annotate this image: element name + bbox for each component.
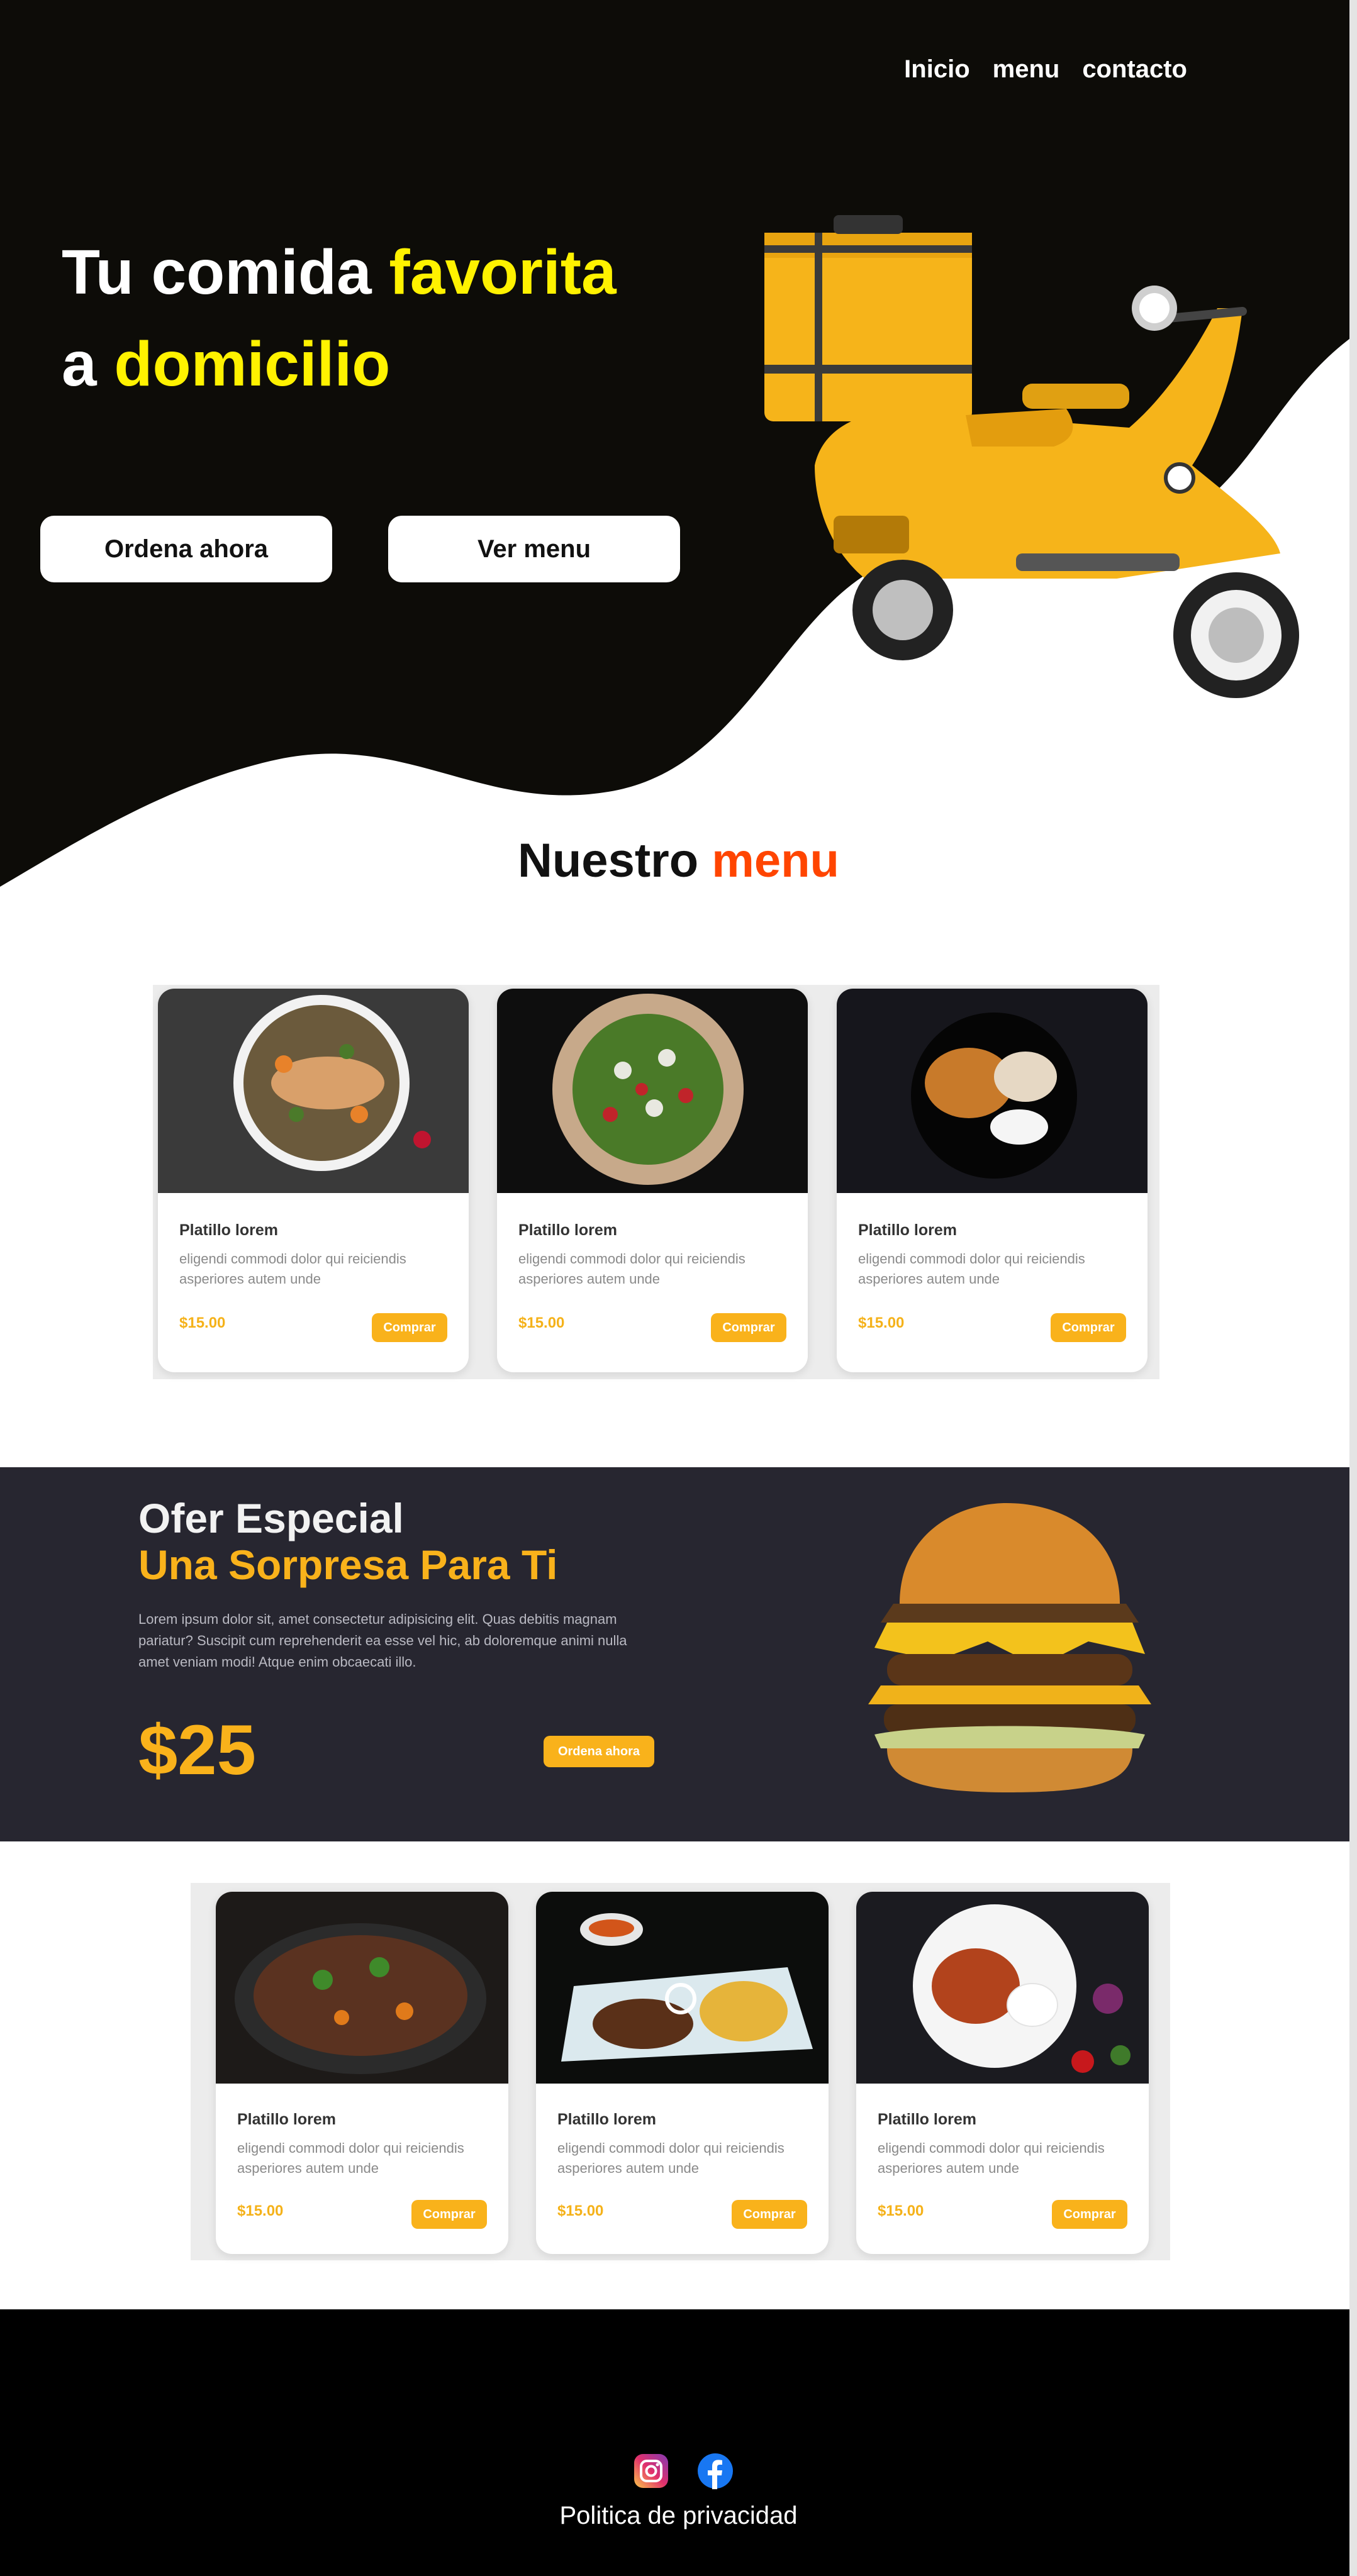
offer-subtitle: Una Sorpresa Para Ti bbox=[138, 1541, 558, 1588]
menu-heading-text: Nuestro bbox=[518, 834, 712, 887]
delivery-scooter-image bbox=[764, 215, 1299, 698]
offer-price: $25 bbox=[138, 1711, 256, 1789]
card-price: $15.00 bbox=[557, 2202, 604, 2219]
buy-button[interactable]: Comprar bbox=[1051, 1313, 1126, 1342]
card-title: Platillo lorem bbox=[518, 1221, 617, 1239]
hero-title-accent2: domicilio bbox=[114, 329, 391, 399]
nav-menu[interactable]: menu bbox=[993, 55, 1060, 84]
offer-order-button[interactable]: Ordena ahora bbox=[544, 1736, 654, 1767]
order-now-button[interactable]: Ordena ahora bbox=[40, 516, 332, 582]
card-price: $15.00 bbox=[237, 2202, 284, 2219]
top-nav: Inicio menu contacto bbox=[904, 55, 1187, 84]
card-description: eligendi commodi dolor qui reiciendis as… bbox=[237, 2140, 464, 2176]
card-price: $15.00 bbox=[179, 1314, 226, 1331]
menu-card: Platillo lorem eligendi commodi dolor qu… bbox=[536, 1892, 829, 2254]
card-description: eligendi commodi dolor qui reiciendis as… bbox=[858, 1251, 1085, 1287]
card-title: Platillo lorem bbox=[557, 2111, 656, 2128]
offer-title: Ofer Especial bbox=[138, 1495, 404, 1541]
card-title: Platillo lorem bbox=[858, 1221, 957, 1239]
card-description: eligendi commodi dolor qui reiciendis as… bbox=[179, 1251, 406, 1287]
card-title: Platillo lorem bbox=[878, 2111, 976, 2128]
hero-title-line1: Tu comida bbox=[62, 237, 389, 308]
buy-button[interactable]: Comprar bbox=[711, 1313, 786, 1342]
card-description: eligendi commodi dolor qui reiciendis as… bbox=[518, 1251, 746, 1287]
hero-title-line2: a bbox=[62, 329, 114, 399]
card-price: $15.00 bbox=[878, 2202, 924, 2219]
menu-card: Platillo lorem eligendi commodi dolor qu… bbox=[158, 989, 469, 1372]
nav-inicio[interactable]: Inicio bbox=[904, 55, 969, 84]
menu-cards-strip-2: Platillo lorem eligendi commodi dolor qu… bbox=[191, 1883, 1170, 2260]
dish-image-chicken-salad bbox=[158, 989, 469, 1193]
menu-card: Platillo lorem eligendi commodi dolor qu… bbox=[497, 989, 808, 1372]
buy-button[interactable]: Comprar bbox=[732, 2200, 807, 2229]
menu-heading-accent: menu bbox=[712, 834, 839, 887]
buy-button[interactable]: Comprar bbox=[372, 1313, 447, 1342]
nav-contacto[interactable]: contacto bbox=[1082, 55, 1187, 84]
dish-image-stir-fry-rice bbox=[856, 1892, 1149, 2084]
dish-image-steak-plate bbox=[536, 1892, 829, 2084]
card-description: eligendi commodi dolor qui reiciendis as… bbox=[878, 2140, 1105, 2176]
facebook-icon[interactable] bbox=[697, 2453, 734, 2489]
dish-image-noodles bbox=[837, 989, 1148, 1193]
hero-title-accent1: favorita bbox=[389, 237, 617, 308]
card-price: $15.00 bbox=[858, 1314, 905, 1331]
view-menu-button[interactable]: Ver menu bbox=[388, 516, 680, 582]
dish-image-green-salad bbox=[497, 989, 808, 1193]
menu-cards-strip: Platillo lorem eligendi commodi dolor qu… bbox=[153, 985, 1159, 1379]
card-price: $15.00 bbox=[518, 1314, 565, 1331]
hero-title: Tu comida favorita a domicilio bbox=[62, 226, 691, 410]
footer bbox=[0, 2309, 1357, 2576]
menu-card: Platillo lorem eligendi commodi dolor qu… bbox=[216, 1892, 508, 2254]
card-description: eligendi commodi dolor qui reiciendis as… bbox=[557, 2140, 785, 2176]
burger-image bbox=[868, 1503, 1151, 1792]
menu-card: Platillo lorem eligendi commodi dolor qu… bbox=[856, 1892, 1149, 2254]
menu-card: Platillo lorem eligendi commodi dolor qu… bbox=[837, 989, 1148, 1372]
offer-description: Lorem ipsum dolor sit, amet consectetur … bbox=[138, 1611, 627, 1670]
buy-button[interactable]: Comprar bbox=[411, 2200, 487, 2229]
card-title: Platillo lorem bbox=[179, 1221, 278, 1239]
scrollbar[interactable] bbox=[1349, 0, 1357, 2576]
card-title: Platillo lorem bbox=[237, 2111, 336, 2128]
privacy-policy-link[interactable]: Politica de privacidad bbox=[0, 2502, 1357, 2530]
menu-heading: Nuestro menu bbox=[0, 833, 1357, 888]
instagram-icon[interactable] bbox=[633, 2453, 669, 2489]
dish-image-beef-bowl bbox=[216, 1892, 508, 2084]
buy-button[interactable]: Comprar bbox=[1052, 2200, 1127, 2229]
